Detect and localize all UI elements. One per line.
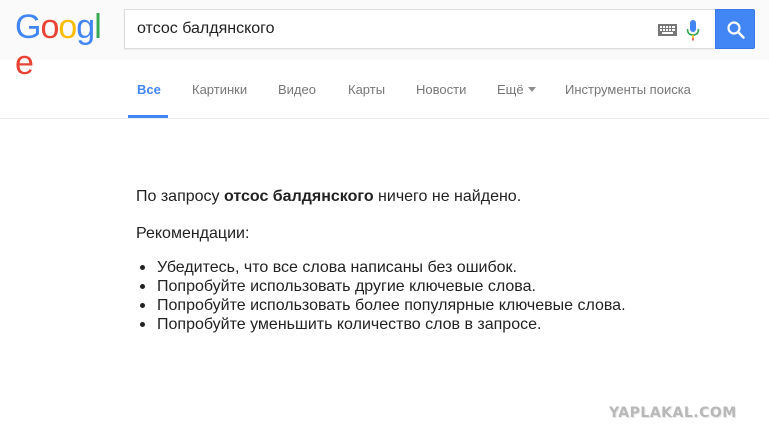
logo-letter: g bbox=[76, 8, 95, 46]
keyboard-icon[interactable] bbox=[658, 24, 677, 36]
no-results-message: По запросу отсос балдянского ничего не н… bbox=[136, 187, 736, 207]
recommendations-title: Рекомендации: bbox=[136, 225, 250, 242]
tab-video[interactable]: Видео bbox=[278, 82, 316, 97]
no-results-query: отсос балдянского bbox=[223, 188, 374, 205]
no-results-prefix: По запросу bbox=[136, 188, 224, 205]
results-area: По запросу отсос балдянского ничего не н… bbox=[136, 187, 736, 334]
tab-all[interactable]: Все bbox=[137, 82, 161, 97]
search-tabs: Все Картинки Видео Карты Новости Ещё Инс… bbox=[0, 60, 769, 119]
logo-letter: l bbox=[94, 8, 102, 46]
active-tab-indicator bbox=[128, 115, 168, 118]
list-item: Попробуйте использовать более популярные… bbox=[136, 296, 736, 315]
no-results-suffix: ничего не найдено. bbox=[373, 188, 522, 205]
list-item: Попробуйте уменьшить количество слов в з… bbox=[136, 315, 736, 334]
caret-down-icon bbox=[527, 87, 536, 93]
recommendations-list: Убедитесь, что все слова написаны без ош… bbox=[136, 258, 736, 334]
header: Google bbox=[0, 0, 769, 81]
search-input[interactable] bbox=[125, 10, 645, 48]
search-icon bbox=[727, 21, 745, 39]
list-item: Попробуйте использовать другие ключевые … bbox=[136, 277, 736, 296]
tab-more[interactable]: Ещё bbox=[497, 82, 536, 97]
search-box bbox=[124, 9, 715, 49]
tab-maps[interactable]: Карты bbox=[348, 82, 385, 97]
tab-search-tools[interactable]: Инструменты поиска bbox=[565, 82, 691, 97]
tab-news[interactable]: Новости bbox=[416, 82, 466, 97]
list-item: Убедитесь, что все слова написаны без ош… bbox=[136, 258, 736, 277]
microphone-icon[interactable] bbox=[685, 19, 701, 41]
tab-more-label: Ещё bbox=[497, 82, 524, 97]
logo-letter: o bbox=[40, 8, 59, 46]
logo-letter: o bbox=[58, 8, 77, 46]
search-button[interactable] bbox=[715, 9, 755, 49]
google-logo[interactable]: Google bbox=[15, 8, 107, 81]
tab-images[interactable]: Картинки bbox=[192, 82, 247, 97]
watermark: YAPLAKAL.COM bbox=[609, 405, 737, 421]
logo-letter: G bbox=[15, 8, 41, 46]
